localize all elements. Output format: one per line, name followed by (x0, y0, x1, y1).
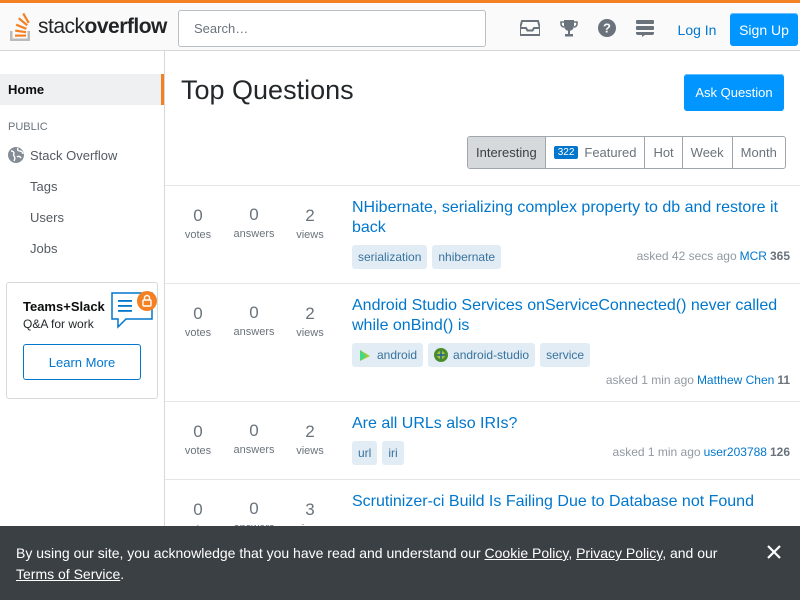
page-title: Top Questions (181, 75, 354, 105)
question-title[interactable]: Scrutinizer-ci Build Is Failing Due to D… (352, 492, 790, 512)
cookie-policy-link[interactable]: Cookie Policy (485, 545, 569, 561)
question-filter-tabs: Interesting 322 Featured Hot Week Month (467, 136, 786, 169)
votes-stat: 0votes (184, 206, 212, 241)
asked-info: asked 1 min ago Matthew Chen 11 (605, 373, 790, 387)
tag[interactable]: iri (382, 441, 404, 465)
tag[interactable]: url (352, 441, 378, 465)
sidebar-item-tags[interactable]: Tags (30, 179, 57, 194)
privacy-policy-link[interactable]: Privacy Policy (576, 545, 662, 561)
reputation: 365 (769, 249, 790, 263)
android-studio-icon (434, 348, 449, 362)
chat-bubble-lock-icon (111, 291, 157, 329)
close-icon[interactable] (765, 543, 783, 561)
tab-hot[interactable]: Hot (644, 137, 681, 168)
sidebar-public-heading: PUBLIC (8, 121, 48, 133)
logo-wordmark: stackoverflow (38, 15, 167, 38)
question-title[interactable]: Android Studio Services onServiceConnect… (352, 296, 790, 336)
asked-info: asked 42 secs ago MCR 365 (636, 249, 790, 263)
views-stat: 2 views (296, 422, 324, 457)
sidebar-item-users[interactable]: Users (30, 210, 64, 225)
help-icon[interactable]: ? (596, 17, 618, 39)
sidebar-item-jobs[interactable]: Jobs (30, 241, 57, 256)
question-row: 0 votes 0 answers 2 views Are all URLs also… (165, 401, 800, 479)
stackoverflow-logo[interactable]: stackoverflow (8, 9, 167, 45)
views-stat: 2 views (296, 304, 324, 339)
question-row: 0 votes 0 answers 2 views Android Studio Se… (165, 283, 800, 401)
question-title[interactable]: NHibernate, serializing complex property… (352, 198, 790, 238)
tag[interactable]: serialization (352, 245, 428, 269)
sidebar-item-home[interactable]: Home (0, 74, 164, 105)
search-input[interactable] (178, 10, 486, 47)
top-bar: stackoverflow ? Log In Sign Up (0, 0, 800, 51)
learn-more-button[interactable]: Learn More (23, 344, 141, 380)
featured-count-badge: 322 (553, 146, 579, 159)
tab-interesting[interactable]: Interesting (468, 137, 545, 168)
reputation: 11 (777, 373, 790, 387)
teams-promo: Teams+Slack Q&A for work Learn More (6, 282, 158, 399)
terms-of-service-link[interactable]: Terms of Service (16, 566, 120, 582)
tag[interactable]: android-studio (428, 343, 536, 367)
inbox-icon[interactable] (519, 17, 541, 39)
tab-featured[interactable]: 322 Featured (544, 137, 645, 168)
answers-stat: 0answers (233, 421, 275, 456)
cookie-banner: By using our site, you acknowledge that … (0, 526, 800, 600)
ask-question-button[interactable]: Ask Question (684, 74, 784, 111)
asked-info: asked 1 min ago user203788 126 (612, 445, 790, 459)
answers-stat: 0answers (233, 303, 275, 338)
stack-logo-icon (10, 12, 30, 41)
svg-text:?: ? (603, 21, 611, 36)
votes-stat: 0votes (184, 304, 212, 339)
tag-list: android android-studio service (352, 343, 591, 367)
tag-list: serialization nhibernate (352, 245, 502, 269)
user-link[interactable]: user203788 (704, 445, 767, 459)
cookie-message: By using our site, you acknowledge that … (16, 545, 718, 582)
signup-button[interactable]: Sign Up (730, 13, 798, 46)
reputation: 126 (769, 445, 790, 459)
tab-week[interactable]: Week (681, 137, 732, 168)
sidebar-item-stackoverflow[interactable]: Stack Overflow (8, 145, 117, 165)
teams-subtitle: Q&A for work (23, 317, 94, 331)
android-icon (360, 350, 370, 361)
tab-featured-label: Featured (584, 145, 637, 160)
user-link[interactable]: Matthew Chen (697, 373, 774, 387)
tag[interactable]: android (352, 343, 424, 367)
tag[interactable]: nhibernate (432, 245, 502, 269)
tag[interactable]: service (540, 343, 591, 367)
trophy-icon[interactable] (558, 17, 580, 39)
views-stat: 2 views (296, 206, 324, 241)
question-title[interactable]: Are all URLs also IRIs? (352, 414, 790, 434)
votes-stat: 0votes (184, 422, 212, 457)
question-row: 0 votes 0 answers 2 views NHibernate, seria… (165, 185, 800, 283)
site-switcher-icon[interactable] (634, 17, 656, 39)
answers-stat: 0answers (233, 205, 275, 240)
teams-title: Teams+Slack (23, 299, 105, 314)
tab-month[interactable]: Month (731, 137, 785, 168)
left-sidebar: Home PUBLIC Stack Overflow Tags Users Jo… (0, 51, 165, 600)
user-link[interactable]: MCR (740, 249, 767, 263)
tag-list: url iri (352, 441, 404, 465)
login-button[interactable]: Log In (668, 13, 726, 46)
globe-icon (8, 147, 24, 163)
